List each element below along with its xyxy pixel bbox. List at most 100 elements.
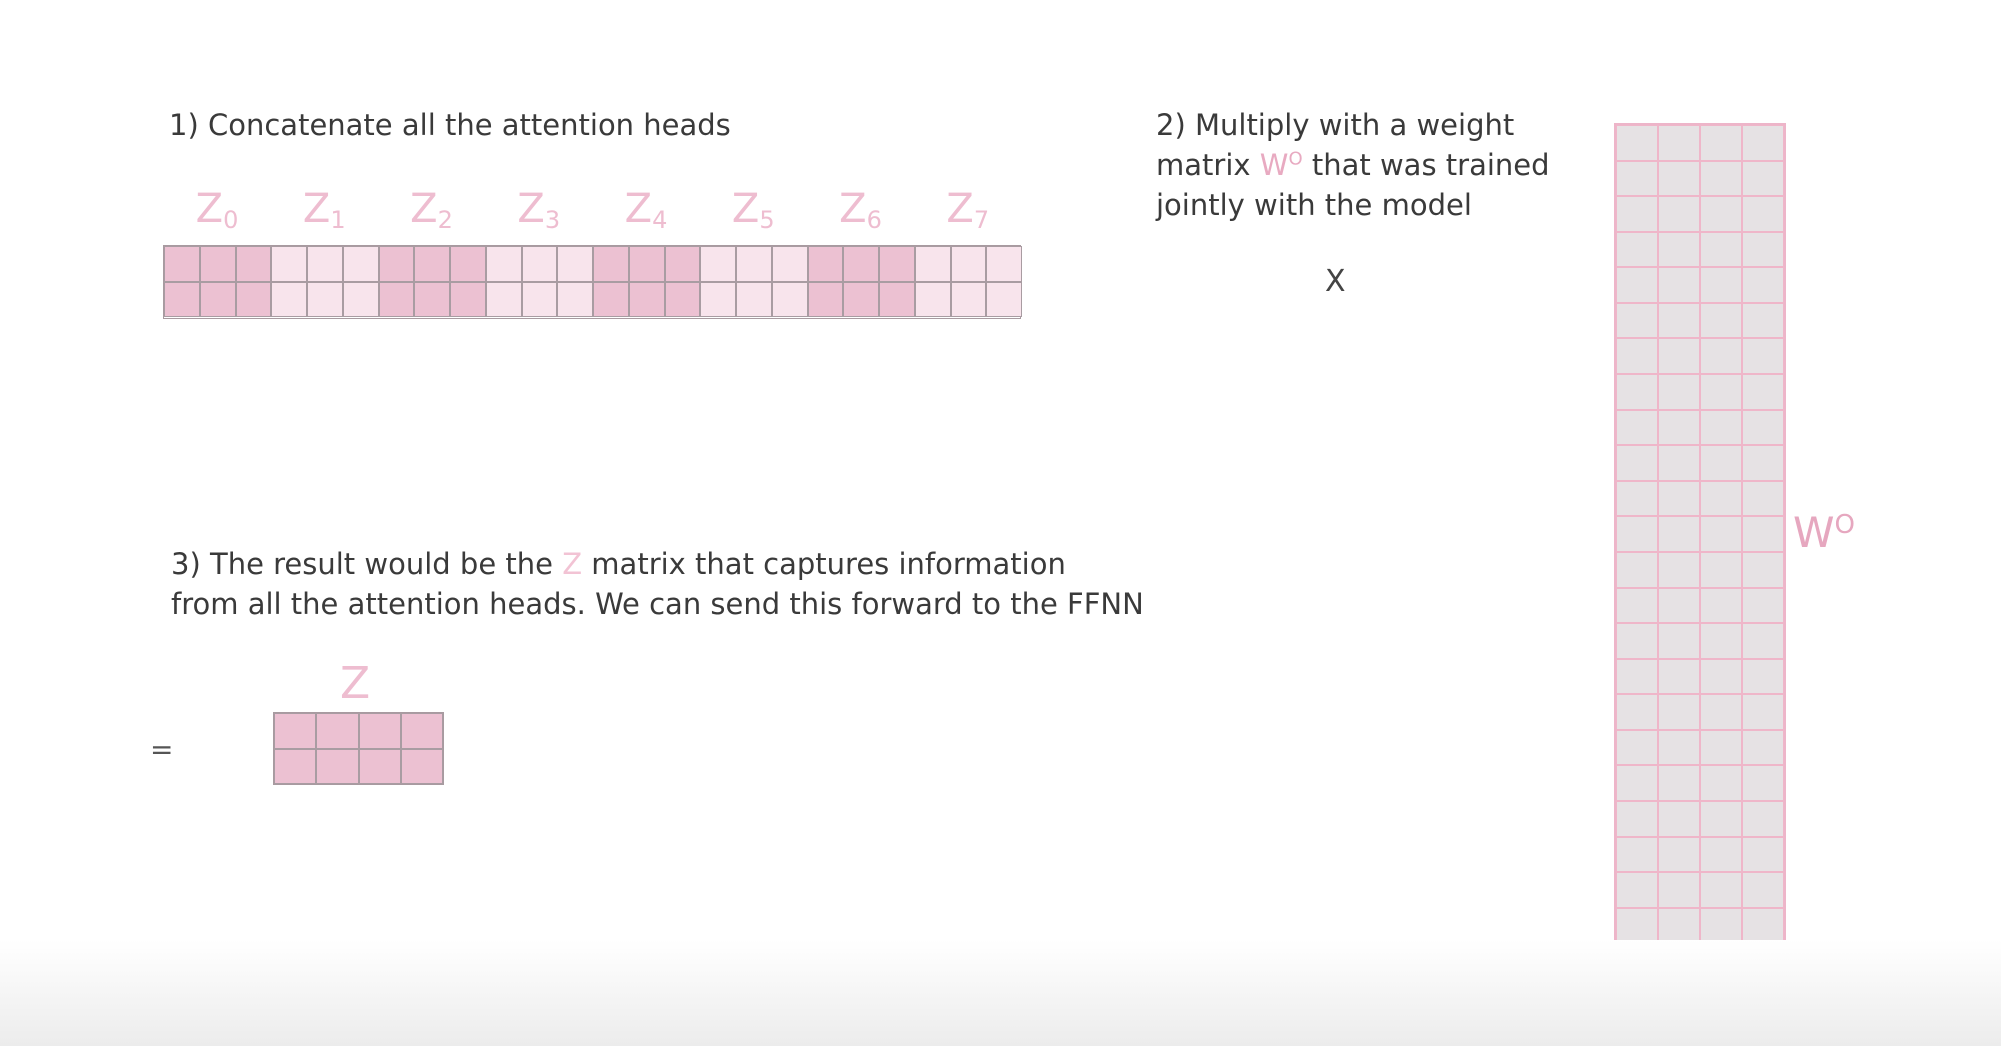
- wo-cell: [1742, 445, 1784, 481]
- wo-cell: [1658, 765, 1700, 802]
- concat-cell: [199, 281, 236, 317]
- wo-cell: [1616, 836, 1658, 873]
- concat-cell: [700, 281, 736, 317]
- wo-cell: [1658, 551, 1700, 588]
- concat-cell: [271, 281, 307, 317]
- wo-cell: [1658, 409, 1700, 446]
- wo-cell: [1616, 445, 1658, 481]
- wo-cell: [1658, 302, 1700, 339]
- concat-cell: [736, 281, 772, 317]
- wo-cell: [1742, 338, 1784, 375]
- wo-cell: [1616, 160, 1658, 197]
- z-cell: [400, 713, 443, 749]
- concat-cell: [378, 246, 415, 282]
- wo-cell: [1700, 587, 1742, 624]
- head-label-0: Z0: [195, 186, 239, 234]
- concat-cell: [557, 281, 593, 317]
- wo-cell: [1742, 694, 1784, 730]
- wo-cell: [1742, 196, 1784, 232]
- wo-cell: [1742, 658, 1784, 695]
- wo-cell: [1616, 302, 1658, 339]
- wo-cell: [1616, 480, 1658, 517]
- concat-cell: [485, 281, 522, 317]
- wo-cell: [1700, 445, 1742, 481]
- wo-cell: [1658, 445, 1700, 481]
- z-cell: [274, 748, 317, 784]
- wo-cell: [1658, 160, 1700, 197]
- step3-line2: from all the attention heads. We can sen…: [171, 587, 1144, 621]
- wo-cell: [1700, 836, 1742, 873]
- head-label-7: Z7: [946, 186, 990, 234]
- wo-cell: [1616, 729, 1658, 766]
- wo-cell: [1658, 587, 1700, 624]
- wo-cell: [1616, 231, 1658, 268]
- wo-cell: [1658, 516, 1700, 552]
- wo-cell: [1616, 623, 1658, 659]
- wo-cell: [1616, 125, 1658, 161]
- wo-cell: [1658, 196, 1700, 232]
- wo-cell: [1700, 729, 1742, 766]
- concat-cell: [986, 281, 1022, 317]
- concat-cell: [593, 281, 629, 317]
- z-cell: [316, 748, 359, 784]
- concat-cell: [235, 246, 272, 282]
- wo-cell: [1658, 836, 1700, 873]
- concat-cell: [950, 281, 987, 317]
- wo-cell: [1742, 623, 1784, 659]
- wo-matrix-label: WO: [1793, 508, 1855, 557]
- z-cell: [400, 748, 443, 784]
- wo-cell: [1658, 267, 1700, 303]
- concat-cell: [199, 246, 236, 282]
- wo-cell: [1700, 765, 1742, 802]
- z-cell: [274, 713, 317, 749]
- wo-cell: [1742, 480, 1784, 517]
- bottom-fade: [0, 940, 2001, 1046]
- head-label-5: Z5: [731, 186, 775, 234]
- concat-cell: [664, 246, 701, 282]
- step2-line2-post: that was trained: [1302, 148, 1550, 182]
- wo-cell: [1700, 302, 1742, 339]
- wo-cell: [1616, 765, 1658, 802]
- head-label-2: Z2: [410, 186, 453, 234]
- wo-cell: [1658, 374, 1700, 410]
- concat-cell: [521, 281, 558, 317]
- wo-cell: [1658, 480, 1700, 517]
- multiply-operator: X: [1325, 264, 1346, 299]
- concat-cell: [307, 281, 343, 317]
- wo-cell: [1616, 658, 1658, 695]
- wo-label-base: W: [1793, 508, 1835, 557]
- concat-cell: [378, 281, 415, 317]
- wo-cell: [1742, 907, 1784, 944]
- wo-cell: [1742, 516, 1784, 552]
- wo-cell: [1700, 374, 1742, 410]
- wo-cell: [1616, 338, 1658, 375]
- wo-cell: [1700, 409, 1742, 446]
- wo-cell: [1658, 338, 1700, 375]
- wo-cell: [1742, 587, 1784, 624]
- concat-cell: [414, 246, 450, 282]
- wo-cell: [1658, 907, 1700, 944]
- step2-line1: 2) Multiply with a weight: [1156, 108, 1515, 142]
- step1-text: 1) Concatenate all the attention heads: [169, 108, 731, 142]
- z-cell: [316, 713, 359, 749]
- concat-cell: [628, 281, 665, 317]
- wo-cell: [1742, 231, 1784, 268]
- wo-symbol-sup: O: [1288, 148, 1303, 170]
- wo-cell: [1700, 694, 1742, 730]
- wo-cell: [1742, 872, 1784, 908]
- wo-cell: [1658, 658, 1700, 695]
- concat-cell: [736, 246, 772, 282]
- concat-cell: [950, 246, 987, 282]
- wo-cell: [1700, 480, 1742, 517]
- wo-cell: [1616, 801, 1658, 837]
- concat-cell: [164, 281, 200, 317]
- concat-cell: [342, 246, 379, 282]
- step3-text: 3) The result would be the Z matrix that…: [171, 544, 1144, 624]
- wo-cell: [1616, 267, 1658, 303]
- wo-cell: [1700, 658, 1742, 695]
- step2-line2: matrix WO that was trained: [1156, 145, 1596, 185]
- wo-cell: [1658, 801, 1700, 837]
- wo-cell: [1742, 551, 1784, 588]
- wo-cell: [1700, 196, 1742, 232]
- equals-operator: =: [150, 733, 174, 766]
